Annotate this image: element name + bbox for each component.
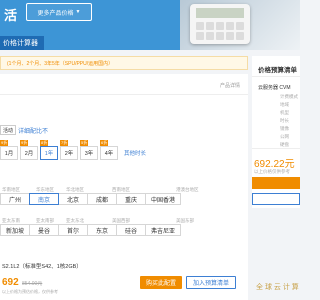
detail-config-link[interactable]: 详细配比不 <box>18 126 48 135</box>
region-option-selected[interactable]: 南京 <box>29 193 59 205</box>
budget-title: 价格预算清单 <box>258 67 297 74</box>
region-option[interactable]: 中国香港 <box>145 193 181 205</box>
duration-label: 1年 <box>44 151 54 157</box>
divider <box>0 94 248 95</box>
duration-option[interactable]: 7折 2年 <box>60 140 78 160</box>
price-total: 692 <box>2 277 19 288</box>
duration-option-selected[interactable]: 8折 1年 <box>40 140 58 160</box>
discount-badge: 9折 <box>0 140 9 146</box>
other-duration-link[interactable]: 其他时长 <box>124 149 146 157</box>
region-option[interactable]: 重庆 <box>116 193 146 205</box>
duration-label: 2月 <box>24 151 34 157</box>
region-option[interactable]: 弗吉尼亚 <box>145 224 181 236</box>
calculator-keys <box>196 22 244 40</box>
duration-option[interactable]: 9折 2月 <box>20 140 38 160</box>
promo-notice: (1个月、2个月、3年5年（SPU/PPU/运用国内） <box>0 56 248 70</box>
region-option[interactable]: 东京 <box>87 224 117 236</box>
duration-option[interactable]: 9折 1月 <box>0 140 18 160</box>
budget-total: 692.22元 以上价格仅供参考 <box>252 148 300 208</box>
link-row: 活动 详细配比不 <box>0 125 48 135</box>
budget-note: 以上价格仅供参考 <box>254 169 290 174</box>
budget-product-name: 云服务器 CVM <box>258 85 291 91</box>
budget-item-label: 计费模式 <box>280 94 298 99</box>
budget-panel: 价格预算清单 云服务器 CVM 计费模式 地域 机型 时长 镜像 公网 硬盘 6… <box>252 56 300 300</box>
tab-price-calculator[interactable]: 价格计算器 <box>0 36 44 50</box>
region-option[interactable]: 曼谷 <box>29 224 59 236</box>
region-option[interactable]: 硅谷 <box>116 224 146 236</box>
duration-label: 2年 <box>64 151 74 157</box>
divider <box>252 76 300 77</box>
product-select-dropdown[interactable]: 更多产品价格 ▼ <box>26 3 92 21</box>
watermark: 全 球 云 计 算 <box>256 284 299 291</box>
discount-badge: 8折 <box>40 140 49 146</box>
product-select-label: 更多产品价格 <box>37 10 74 17</box>
discount-badge: 7折 <box>60 140 69 146</box>
duration-label: 3年 <box>84 151 94 157</box>
duration-label: 1月 <box>4 151 14 157</box>
price-original: 854.00元 <box>22 281 43 287</box>
page-root: 活 更多产品价格 ▼ 价格计算器 (1个月、2个月、3年5年（SPU/PPU/运… <box>0 0 300 300</box>
config-card: 产品详情 活动 详细配比不 9折 1月 9折 2月 8折 1年 7折 2年 5折 3年 6… <box>0 74 248 300</box>
region-option[interactable]: 首尔 <box>58 224 88 236</box>
duration-option[interactable]: 5折 3年 <box>80 140 98 160</box>
activity-chip[interactable]: 活动 <box>0 125 16 135</box>
duration-option[interactable]: 6折 4年 <box>100 140 118 160</box>
region-option[interactable]: 北京 <box>58 193 88 205</box>
region-row-2: 新加坡 曼谷 首尔 东京 硅谷 弗吉尼亚 <box>0 224 181 236</box>
calculator-screen <box>196 8 244 18</box>
region-option[interactable]: 广州 <box>0 193 30 205</box>
selected-config-text: S2.1L2（标准型S42、1核2GB） <box>2 264 82 270</box>
chevron-down-icon: ▼ <box>75 9 81 15</box>
buy-config-button[interactable]: 购买此配置 <box>140 276 182 289</box>
header-banner: 活 更多产品价格 ▼ 价格计算器 <box>0 0 300 50</box>
budget-export-button[interactable] <box>252 193 300 205</box>
region-option[interactable]: 新加坡 <box>0 224 30 236</box>
budget-item-label: 公网 <box>280 134 289 139</box>
region-row-1: 广州 南京 北京 成都 重庆 中国香港 <box>0 193 181 205</box>
budget-item-label: 镜像 <box>280 126 289 131</box>
price-note: 以上价格为预估价格，仅供参考 <box>2 289 58 294</box>
duration-label: 4年 <box>104 151 114 157</box>
discount-badge: 9折 <box>20 140 29 146</box>
discount-badge: 6折 <box>100 140 109 146</box>
add-to-budget-button[interactable]: 加入预算清单 <box>186 276 236 289</box>
budget-item-label: 机型 <box>280 110 289 115</box>
budget-item-label: 地域 <box>280 102 289 107</box>
calculator-image <box>190 4 250 44</box>
banner-title: 活 <box>4 8 18 23</box>
discount-badge: 5折 <box>80 140 89 146</box>
budget-total-price: 692.22元 <box>254 159 295 170</box>
duration-selector: 9折 1月 9折 2月 8折 1年 7折 2年 5折 3年 6折 4年 其他时长 <box>0 140 146 160</box>
budget-buy-button[interactable] <box>252 177 300 189</box>
product-detail-link[interactable]: 产品详情 <box>220 82 240 89</box>
budget-item-label: 时长 <box>280 118 289 123</box>
region-option[interactable]: 成都 <box>87 193 117 205</box>
